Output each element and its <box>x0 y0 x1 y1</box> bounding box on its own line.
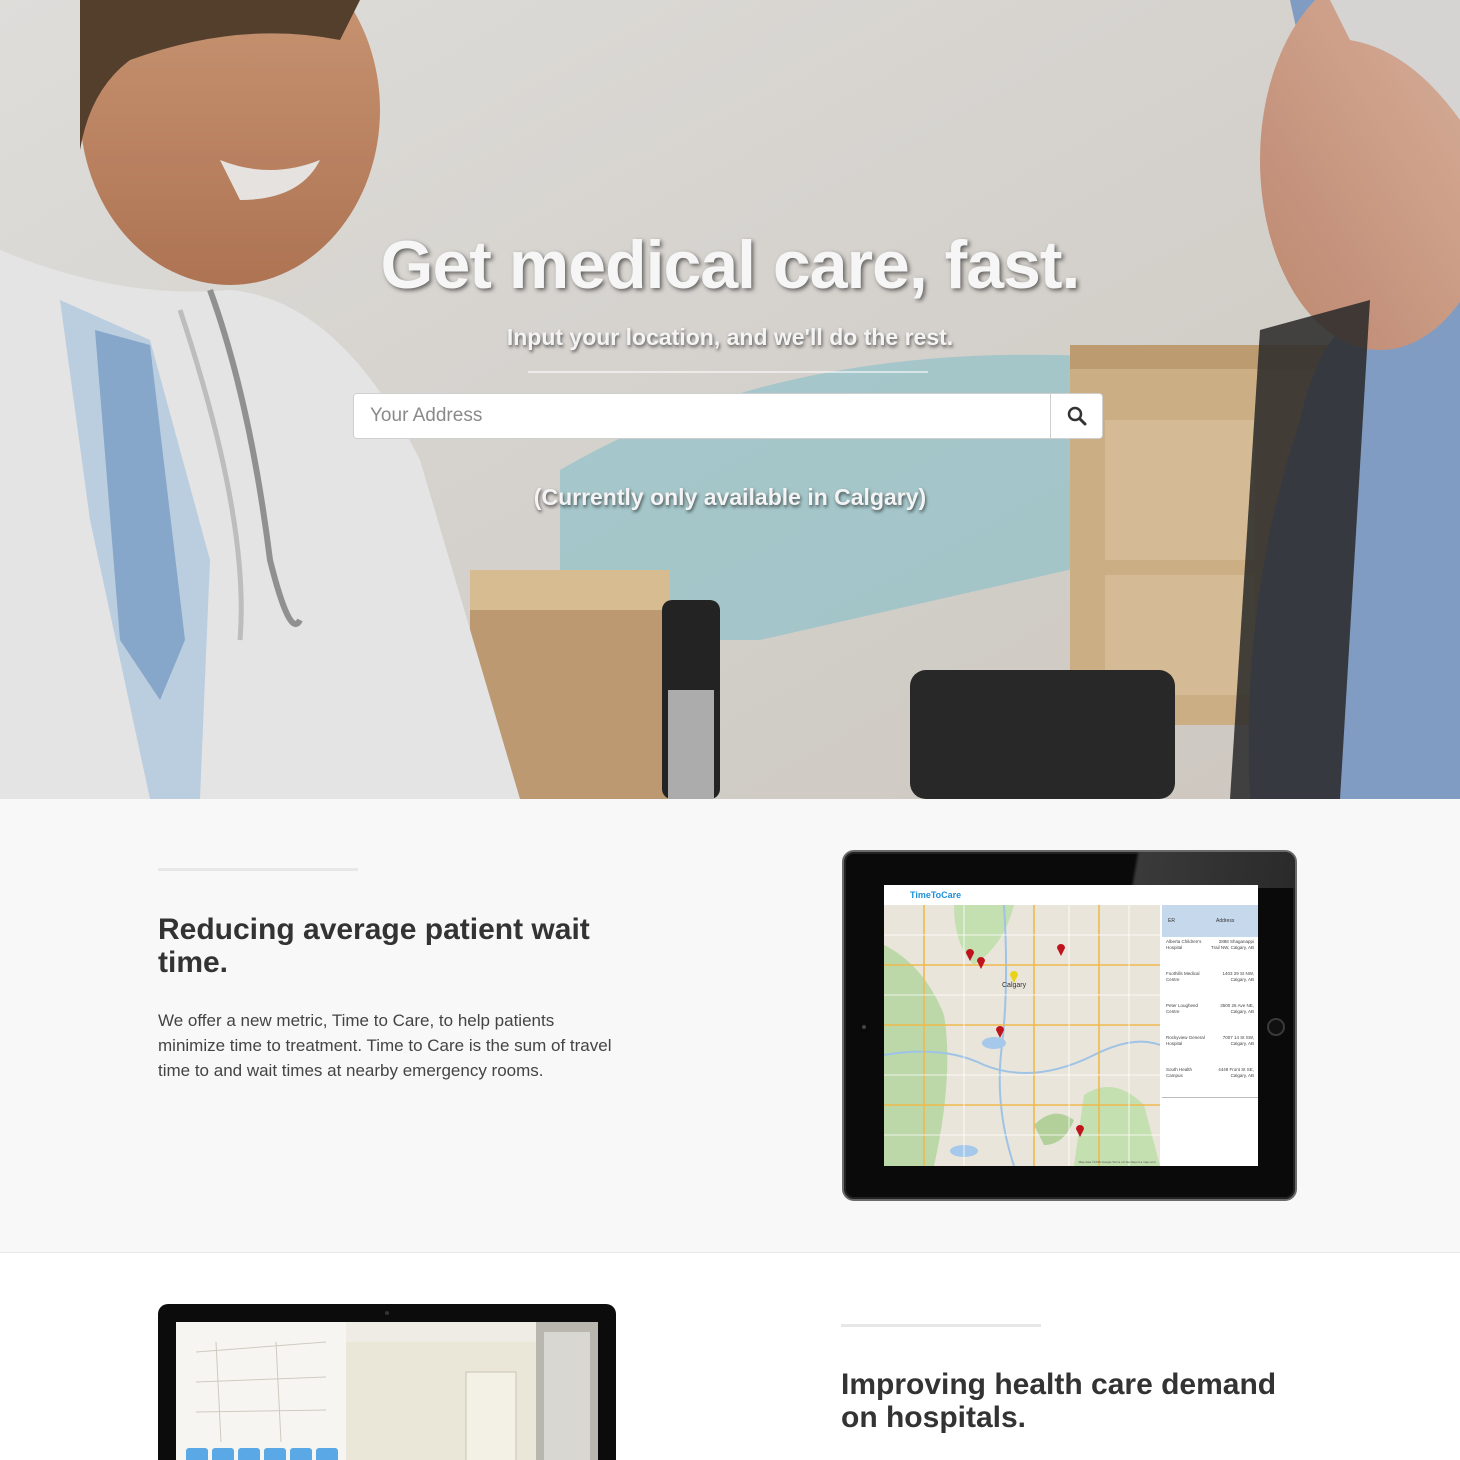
app-screenshot: TimeToCare Calgary Map data ©2016 Google… <box>884 885 1258 1166</box>
er-name: Alberta Children's Hospital <box>1166 939 1202 950</box>
hero-subtitle: Input your location, and we'll do the re… <box>506 324 954 350</box>
er-marker-icon <box>1057 944 1065 956</box>
tablet-gloss <box>1095 852 1295 888</box>
er-marker-icon <box>966 949 974 961</box>
section-divider <box>158 868 358 871</box>
search-icon <box>1067 406 1086 426</box>
tablet-mockup: TimeToCare Calgary Map data ©2016 Google… <box>842 850 1297 1201</box>
er-name: Rockyview General Hospital <box>1166 1035 1205 1046</box>
er-name: Foothills Medical Centre <box>1166 971 1200 982</box>
section-heading: Reducing average patient wait time. <box>158 913 590 979</box>
er-address: 3500 26 Ave NE, Calgary, AB <box>1220 1003 1254 1014</box>
er-column-header: ER <box>1168 918 1175 924</box>
er-table-footer <box>1162 1097 1258 1098</box>
availability-note: (Currently only available in Calgary) <box>533 484 927 510</box>
laptop-camera <box>385 1311 389 1315</box>
map-city-label: Calgary <box>1002 982 1027 989</box>
er-name: South Health Campus <box>1166 1067 1193 1078</box>
waiting-room-graphic <box>176 1322 598 1460</box>
er-table-header: ER Address <box>1162 905 1258 937</box>
hero-title: Get medical care, fast. <box>380 227 1081 303</box>
er-address: 1403 29 St NW, Calgary, AB <box>1222 971 1254 982</box>
search-button[interactable] <box>1050 394 1102 438</box>
er-name: Peter Lougheed Centre <box>1166 1003 1199 1014</box>
section-divider <box>841 1324 1041 1327</box>
user-location-marker-icon <box>1010 971 1018 983</box>
waiting-room-image <box>176 1322 598 1460</box>
address-search-form <box>353 393 1103 439</box>
laptop-mockup <box>158 1304 616 1460</box>
table-row: South Health Campus 4448 Front St SE, Ca… <box>1162 1065 1258 1097</box>
hero-section: Get medical care, fast. Input your locat… <box>0 0 1460 799</box>
tablet-home-button <box>1267 1018 1285 1036</box>
address-column-header: Address <box>1216 918 1235 924</box>
app-brand-logo: TimeToCare <box>910 890 962 900</box>
table-row: Alberta Children's Hospital 2888 Shagana… <box>1162 937 1258 969</box>
map-graphic <box>884 905 1160 1166</box>
table-row: Foothills Medical Centre 1403 29 St NW, … <box>1162 969 1258 1001</box>
hero-divider <box>528 371 928 373</box>
table-row: Peter Lougheed Centre 3500 26 Ave NE, Ca… <box>1162 1001 1258 1033</box>
tablet-camera <box>862 1025 866 1029</box>
er-address: 7007 14 St SW, Calgary, AB <box>1222 1035 1254 1046</box>
er-address: 2888 Shaganappi Trail NW, Calgary, AB <box>1210 939 1254 950</box>
er-marker-icon <box>1076 1125 1084 1137</box>
map-attribution: Map data ©2016 Google Terms of Use Repor… <box>1078 1160 1156 1164</box>
address-input[interactable] <box>354 394 1050 438</box>
section-text: We offer a new metric, Time to Care, to … <box>158 1011 612 1080</box>
er-table: ER Address Alberta Children's Hospital 2… <box>1162 905 1258 1166</box>
hero-content: Get medical care, fast. Input your locat… <box>0 0 1460 799</box>
table-row: Rockyview General Hospital 7007 14 St SW… <box>1162 1033 1258 1065</box>
section-heading: Improving health care demand on hospital… <box>841 1368 1277 1434</box>
er-address: 4448 Front St SE, Calgary, AB <box>1218 1067 1254 1078</box>
er-marker-icon <box>977 957 985 969</box>
er-marker-icon <box>996 1026 1004 1038</box>
map-view: Calgary Map data ©2016 Google Terms of U… <box>884 905 1160 1166</box>
